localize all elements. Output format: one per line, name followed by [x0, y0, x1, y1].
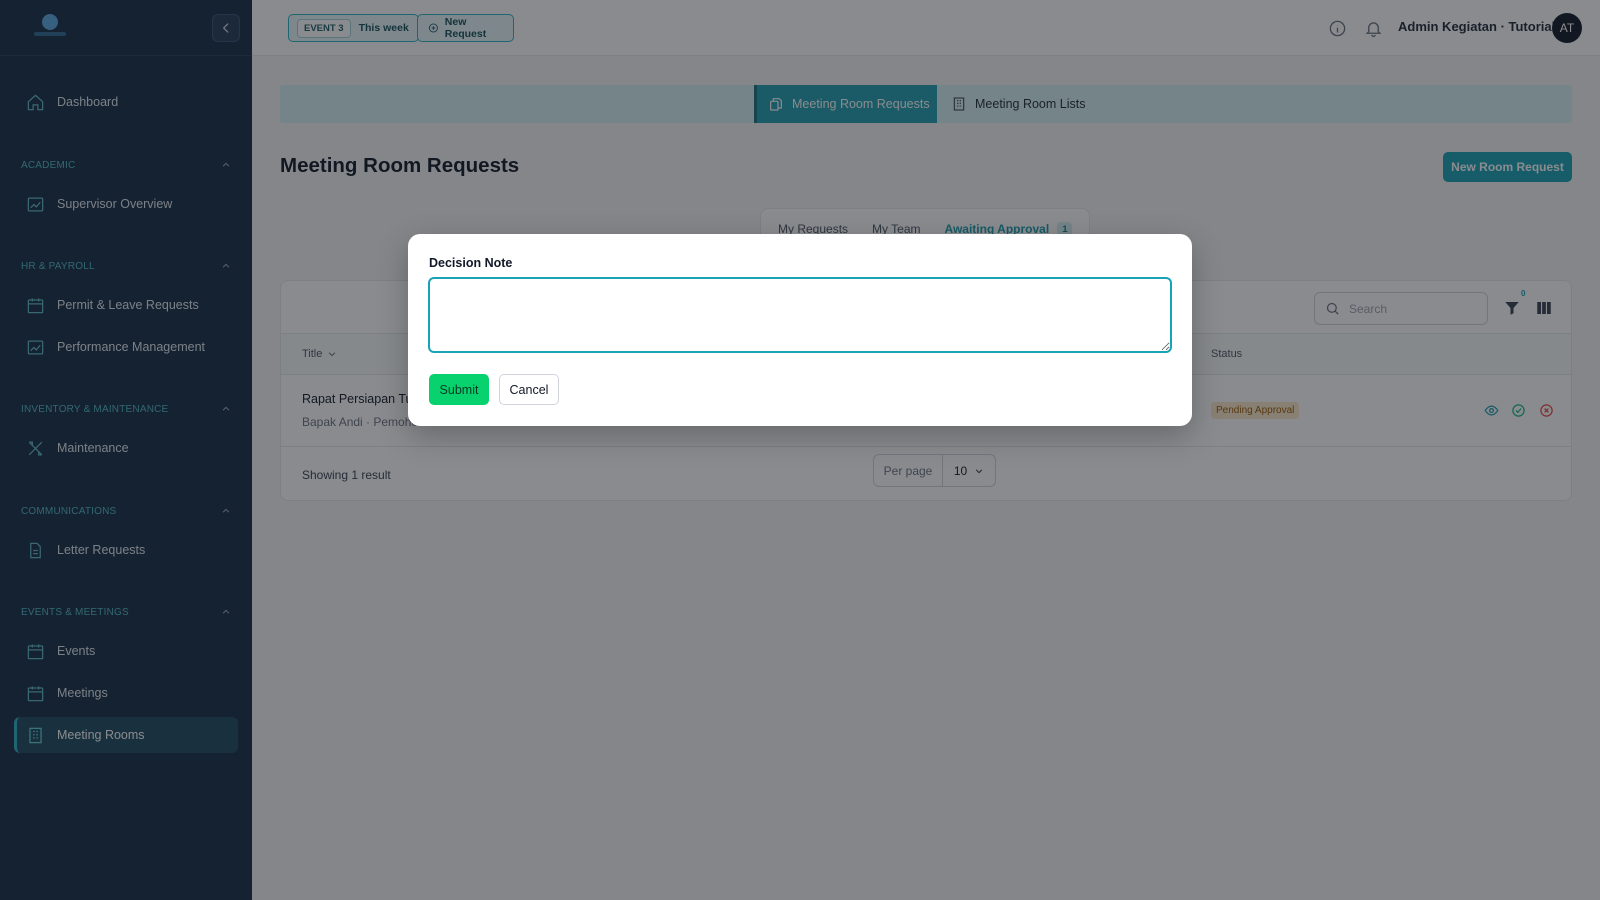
decision-note-label: Decision Note [429, 256, 513, 270]
modal-overlay[interactable] [0, 0, 1600, 900]
submit-button[interactable]: Submit [429, 374, 489, 405]
decision-note-textarea[interactable] [428, 277, 1172, 353]
decision-note-modal: Decision Note Submit Cancel [408, 234, 1192, 426]
cancel-button[interactable]: Cancel [499, 374, 559, 405]
